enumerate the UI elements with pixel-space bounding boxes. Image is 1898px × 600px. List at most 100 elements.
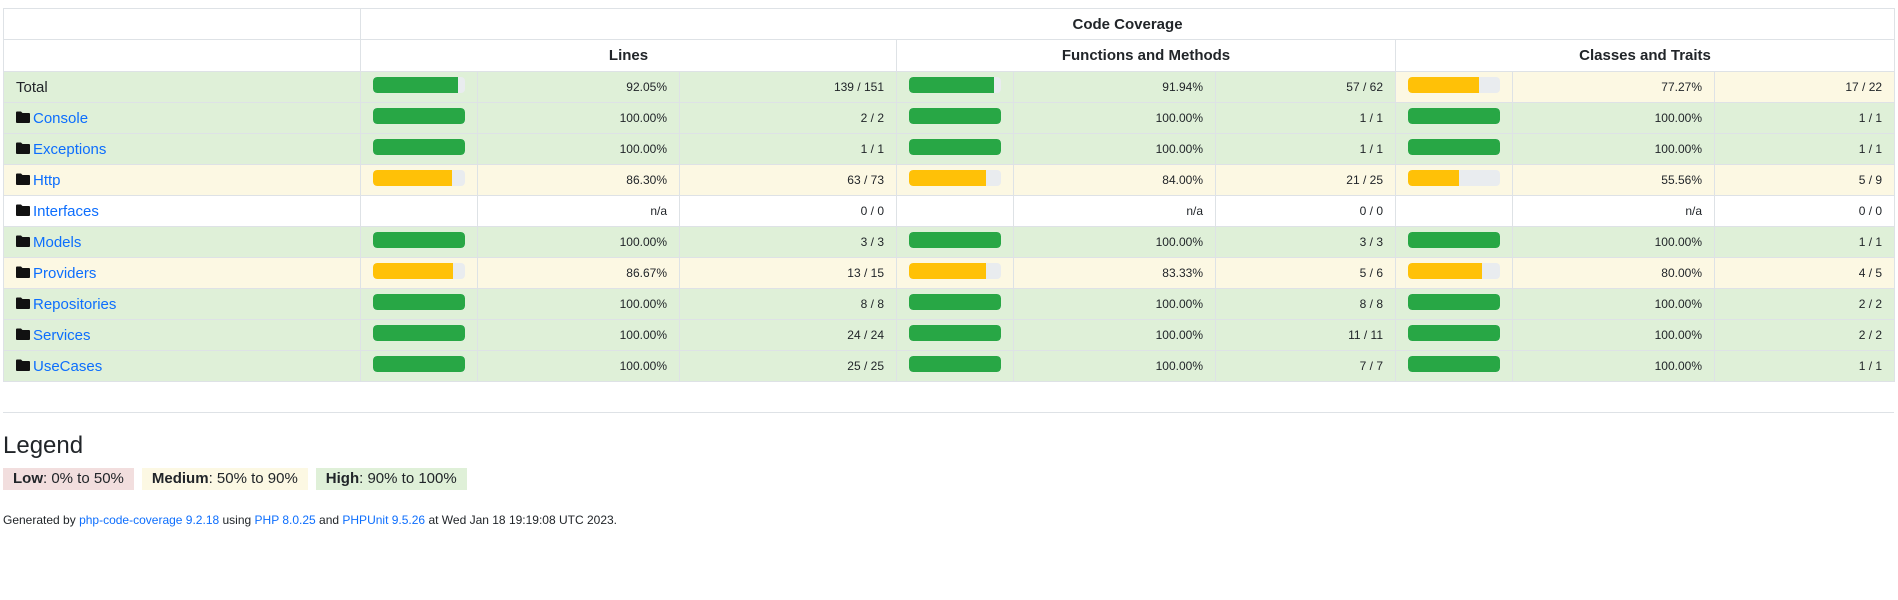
directory-link[interactable]: Models [33,234,81,251]
php-link[interactable]: PHP 8.0.25 [255,513,316,527]
classes-count: 5 / 9 [1713,164,1896,196]
classes-count: 4 / 5 [1713,257,1896,289]
lines-progress-fill [373,263,453,279]
legend-low-range: : 0% to 50% [43,470,124,487]
directory-link[interactable]: Interfaces [33,203,99,220]
classes-percent: 80.00% [1512,257,1715,289]
directory-link[interactable]: Services [33,327,91,344]
lines-bar-cell [360,102,478,134]
lines-percent: 100.00% [477,133,680,165]
total-row: Total 92.05% 139 / 151 91.94% 57 / 62 77.27% 1… [3,71,1896,103]
row-name-cell: Console [3,102,361,134]
directory-link[interactable]: Http [33,172,61,189]
legend-medium-range: : 50% to 90% [208,470,298,487]
classes-bar-cell [1395,288,1513,320]
functions-bar-cell [896,350,1014,382]
classes-progress-bar [1408,232,1500,248]
lines-progress-fill [373,325,465,341]
classes-bar-cell [1395,133,1513,165]
lines-progress-bar [373,263,465,279]
functions-count: 0 / 0 [1215,195,1396,227]
legend-low-label: Low [13,470,43,487]
functions-bar-cell [896,288,1014,320]
directory-link[interactable]: Console [33,110,88,127]
legend-medium-label: Medium [151,470,209,487]
functions-percent: 100.00% [1013,102,1216,134]
functions-bar-cell [896,133,1014,165]
classes-bar-cell [1395,350,1513,382]
classes-count: 1 / 1 [1713,226,1896,258]
footer-suffix: at Wed Jan 18 19:19:08 UTC 2023. [425,513,618,527]
column-header-lines: Lines [360,39,897,72]
folder-icon [16,296,30,309]
classes-bar-cell [1395,257,1513,289]
php-code-coverage-link[interactable]: php-code-coverage 9.2.18 [79,513,219,527]
header-empty-cell [3,8,361,40]
lines-progress-bar [373,294,465,310]
legend: Low: 0% to 50% Medium: 50% to 90% High: … [3,468,467,490]
classes-count: 1 / 1 [1713,350,1896,382]
row-name-cell: Services [3,319,361,351]
total-label: Total [16,78,48,96]
functions-progress-fill [909,294,1001,310]
lines-progress-fill [373,77,458,93]
lines-count: 24 / 24 [679,319,897,351]
lines-count: 1 / 1 [679,133,897,165]
functions-count: 5 / 6 [1215,257,1396,289]
functions-progress-fill [909,170,987,186]
functions-progress-fill [909,232,1001,248]
classes-bar-cell [1395,226,1513,258]
classes-progress-bar [1408,108,1500,124]
classes-count: 17 / 22 [1713,71,1896,103]
directory-link[interactable]: Exceptions [33,141,106,158]
classes-bar-cell [1395,102,1513,134]
lines-percent: 100.00% [477,102,680,134]
phpunit-link[interactable]: PHPUnit 9.5.26 [342,513,425,527]
folder-icon [16,234,30,247]
lines-progress-fill [373,232,465,248]
lines-progress-fill [373,108,465,124]
column-header-functions: Functions and Methods [896,39,1396,72]
table-row: Repositories 100.00% 8 / 8 100.00% 8 / 8 100.… [3,288,1896,320]
folder-icon [16,327,30,340]
functions-progress-fill [909,108,1001,124]
functions-progress-bar [909,356,1001,372]
functions-count: 57 / 62 [1215,71,1396,103]
functions-bar-cell [896,71,1014,103]
lines-bar-cell [360,195,478,227]
functions-progress-fill [909,263,986,279]
table-row: Services 100.00% 24 / 24 100.00% 11 / 11 100.… [3,319,1896,351]
coverage-table: Code Coverage Lines Functions and Method… [3,8,1896,382]
lines-progress-bar [373,77,465,93]
lines-percent: 100.00% [477,350,680,382]
functions-count: 8 / 8 [1215,288,1396,320]
folder-icon [16,265,30,278]
row-name-cell: UseCases [3,350,361,382]
directory-link[interactable]: Repositories [33,296,116,313]
functions-bar-cell [896,226,1014,258]
table-row: Http 86.30% 63 / 73 84.00% 21 / 25 55.56% 5 / … [3,164,1896,196]
classes-percent: 100.00% [1512,319,1715,351]
functions-count: 1 / 1 [1215,133,1396,165]
classes-progress-fill [1408,77,1480,93]
directory-link[interactable]: UseCases [33,358,102,375]
classes-percent: n/a [1512,195,1715,227]
lines-progress-bar [373,139,465,155]
functions-percent: 91.94% [1013,71,1216,103]
table-row: Exceptions 100.00% 1 / 1 100.00% 1 / 1 100.00… [3,133,1896,165]
table-title: Code Coverage [359,8,1896,40]
classes-count: 0 / 0 [1713,195,1896,227]
column-header-classes: Classes and Traits [1394,39,1896,72]
lines-percent: 100.00% [477,319,680,351]
legend-high: High: 90% to 100% [315,468,467,490]
row-name-cell: Exceptions [3,133,361,165]
classes-progress-fill [1408,294,1500,310]
lines-percent: 100.00% [477,288,680,320]
classes-bar-cell [1395,319,1513,351]
lines-count: 8 / 8 [679,288,897,320]
directory-link[interactable]: Providers [33,265,96,282]
lines-progress-fill [373,294,465,310]
functions-count: 1 / 1 [1215,102,1396,134]
lines-count: 0 / 0 [679,195,897,227]
legend-high-label: High [325,470,360,487]
